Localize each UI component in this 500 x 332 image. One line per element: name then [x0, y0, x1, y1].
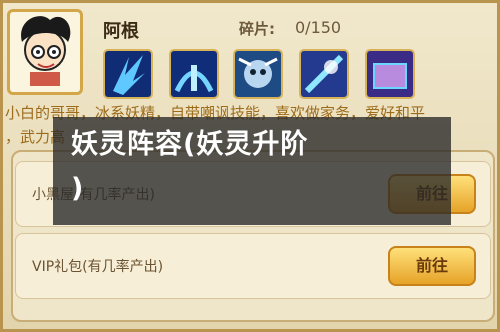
hero-portrait-icon	[21, 16, 71, 86]
hero-avatar	[7, 9, 83, 95]
hero-name: 阿根	[103, 21, 139, 42]
skill-slot-2[interactable]	[169, 49, 219, 99]
source-label-2: VIP礼包(有几率产出)	[32, 259, 164, 275]
skill-slot-3[interactable]	[233, 49, 283, 99]
skill-slot-1[interactable]	[103, 49, 153, 99]
overlay-title: 妖灵阵容(妖灵升阶 )	[71, 129, 309, 204]
ice-blades-icon	[113, 55, 145, 95]
skill-slot-4[interactable]	[299, 49, 349, 99]
lightning-slash-icon	[304, 54, 344, 94]
go-button-2[interactable]: 前往	[388, 246, 476, 286]
hero-detail-frame: 阿根 碎片: 0/150 小白的哥哥，冰系妖精，自带嘲讽技能，喜欢做家务，爱好和…	[0, 0, 500, 332]
ice-gate-icon	[373, 63, 407, 89]
source-row-2: VIP礼包(有几率产出) 前往	[15, 233, 491, 299]
fragments-label: 碎片:	[239, 20, 275, 38]
skill-slot-5[interactable]	[365, 49, 415, 99]
fragments-value: 0/150	[295, 18, 342, 37]
storm-face-icon	[238, 57, 278, 88]
ice-wave-icon	[174, 65, 214, 93]
